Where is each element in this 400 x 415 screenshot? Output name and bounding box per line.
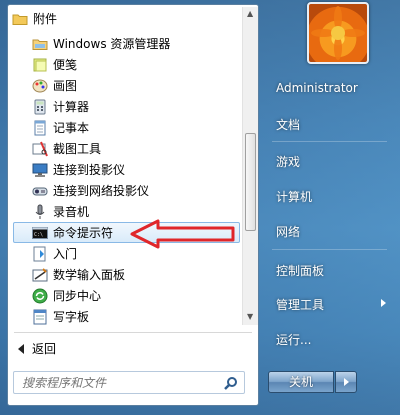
list-item-math-input[interactable]: 数学输入面板 — [32, 264, 237, 285]
scroll-down-arrow-icon[interactable]: ▼ — [247, 312, 253, 321]
notepad-icon — [32, 120, 48, 136]
programs-pane: 附件 Windows 资源管理器 便笺 画图 计算器 记事本 截图工具 连接到投… — [7, 4, 259, 406]
network-link[interactable]: 网络 — [276, 223, 300, 240]
back-label: 返回 — [32, 342, 57, 356]
user-avatar[interactable] — [307, 2, 369, 64]
sync-icon — [32, 288, 48, 304]
list-item-projector[interactable]: 连接到投影仪 — [32, 159, 237, 180]
search-input[interactable] — [22, 375, 212, 390]
separator — [272, 249, 387, 250]
program-label: 记事本 — [53, 121, 90, 135]
run-link[interactable]: 运行... — [276, 331, 311, 348]
back-button[interactable]: 返回 — [18, 340, 56, 357]
scroll-up-arrow-icon[interactable]: ▲ — [247, 9, 253, 18]
list-item-wordpad[interactable]: 写字板 — [32, 306, 237, 327]
program-label: 连接到投影仪 — [53, 163, 126, 177]
svg-text:C:\: C:\ — [34, 232, 43, 238]
sticky-note-icon — [32, 57, 48, 73]
network-projector-icon — [32, 183, 48, 199]
list-item-snipping-tool[interactable]: 截图工具 — [32, 138, 237, 159]
getting-started-icon — [32, 246, 48, 262]
math-input-icon — [32, 267, 48, 283]
games-link[interactable]: 游戏 — [276, 153, 300, 170]
wordpad-icon — [32, 309, 48, 325]
separator — [272, 141, 387, 142]
user-name-link[interactable]: Administrator — [276, 81, 358, 95]
start-menu: 附件 Windows 资源管理器 便笺 画图 计算器 记事本 截图工具 连接到投… — [0, 0, 400, 415]
annotation-arrow-icon — [130, 219, 235, 249]
admin-tools-link[interactable]: 管理工具 — [276, 296, 324, 313]
list-item-accessories-folder[interactable]: 附件 — [12, 8, 240, 29]
list-item-notepad[interactable]: 记事本 — [32, 117, 237, 138]
divider — [14, 332, 252, 333]
shutdown-options-button[interactable] — [335, 371, 357, 393]
cmd-icon: C:\ — [32, 225, 48, 241]
microphone-icon — [32, 204, 48, 220]
shutdown-button[interactable]: 关机 — [268, 371, 334, 393]
program-label: 连接到网络投影仪 — [53, 184, 150, 198]
list-item-sync-center[interactable]: 同步中心 — [32, 285, 237, 306]
program-label: 写字板 — [53, 310, 90, 324]
submenu-arrow-icon — [381, 299, 386, 307]
search-box[interactable] — [13, 371, 245, 394]
list-item-network-projector[interactable]: 连接到网络投影仪 — [32, 180, 237, 201]
documents-link[interactable]: 文档 — [276, 116, 300, 133]
program-label: 同步中心 — [53, 289, 102, 303]
paint-icon — [32, 78, 48, 94]
program-label: 便笺 — [53, 58, 78, 72]
program-label: 计算器 — [53, 100, 90, 114]
computer-link[interactable]: 计算机 — [276, 188, 312, 205]
control-panel-link[interactable]: 控制面板 — [276, 262, 324, 279]
snipping-tool-icon — [32, 141, 48, 157]
program-label: 命令提示符 — [53, 226, 114, 240]
list-item-paint[interactable]: 画图 — [32, 75, 237, 96]
list-item-calculator[interactable]: 计算器 — [32, 96, 237, 117]
program-label: 截图工具 — [53, 142, 102, 156]
program-label: 画图 — [53, 79, 78, 93]
program-label: 入门 — [53, 247, 78, 261]
program-label: 录音机 — [53, 205, 90, 219]
explorer-icon — [32, 36, 48, 52]
programs-scrollbar[interactable]: ▲ ▼ — [242, 7, 258, 325]
program-label: 附件 — [33, 12, 58, 26]
program-label: 数学输入面板 — [53, 268, 126, 282]
scrollbar-thumb[interactable] — [245, 133, 256, 231]
search-icon[interactable] — [224, 376, 238, 390]
projector-icon — [32, 162, 48, 178]
list-item-explorer[interactable]: Windows 资源管理器 — [32, 33, 237, 54]
calculator-icon — [32, 99, 48, 115]
programs-list: 附件 Windows 资源管理器 便笺 画图 计算器 记事本 截图工具 连接到投… — [8, 5, 240, 327]
back-arrow-icon — [18, 343, 24, 354]
list-item-sticky-notes[interactable]: 便笺 — [32, 54, 237, 75]
folder-icon — [12, 11, 28, 27]
program-label: Windows 资源管理器 — [53, 37, 171, 51]
